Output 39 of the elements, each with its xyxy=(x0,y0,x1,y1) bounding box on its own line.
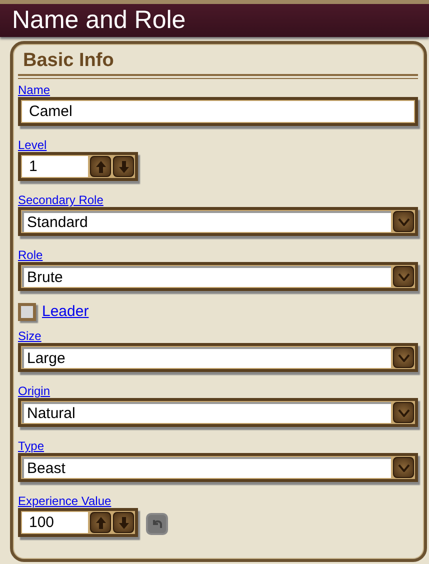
up-arrow-icon xyxy=(94,516,106,530)
dropdown-button[interactable] xyxy=(393,266,414,287)
decrement-button[interactable] xyxy=(113,512,134,533)
number-field[interactable]: 1 xyxy=(22,156,88,177)
down-arrow-icon xyxy=(118,516,130,530)
checkbox[interactable] xyxy=(18,303,36,321)
field-label[interactable]: Origin xyxy=(18,384,50,398)
dropdown-button[interactable] xyxy=(393,402,414,423)
field-label[interactable]: Role xyxy=(18,248,43,262)
chevron-down-icon xyxy=(398,354,410,362)
section-title: Basic Info xyxy=(22,49,115,73)
field-label[interactable]: Name xyxy=(18,83,50,97)
window-title: Name and Role xyxy=(12,6,186,35)
field-label[interactable]: Level xyxy=(18,138,47,152)
dropdown-field[interactable]: Beast xyxy=(22,457,391,478)
increment-button[interactable] xyxy=(90,512,111,533)
name-field[interactable]: Camel xyxy=(18,97,418,126)
checkbox-label[interactable]: Leader xyxy=(42,303,89,321)
decrement-button[interactable] xyxy=(113,156,134,177)
dropdown-field[interactable]: Natural xyxy=(22,402,391,423)
chevron-down-icon xyxy=(398,464,410,472)
field-label[interactable]: Size xyxy=(18,329,42,343)
undo-icon xyxy=(151,518,163,530)
dropdown-field[interactable]: Brute xyxy=(22,266,391,287)
dropdown-button[interactable] xyxy=(393,347,414,368)
field-label[interactable]: Experience Value xyxy=(18,494,112,508)
dropdown-button[interactable] xyxy=(393,211,414,232)
chevron-down-icon xyxy=(398,272,410,280)
increment-button[interactable] xyxy=(90,156,111,177)
field-label[interactable]: Type xyxy=(18,439,44,453)
chevron-down-icon xyxy=(398,218,410,226)
dropdown-field[interactable]: Large xyxy=(22,347,391,368)
up-arrow-icon xyxy=(94,160,106,174)
down-arrow-icon xyxy=(118,160,130,174)
number-field[interactable]: 100 xyxy=(22,512,88,533)
field-label[interactable]: Secondary Role xyxy=(18,193,104,207)
dropdown-button[interactable] xyxy=(393,457,414,478)
dropdown-field[interactable]: Standard xyxy=(22,211,391,232)
chevron-down-icon xyxy=(398,408,410,416)
